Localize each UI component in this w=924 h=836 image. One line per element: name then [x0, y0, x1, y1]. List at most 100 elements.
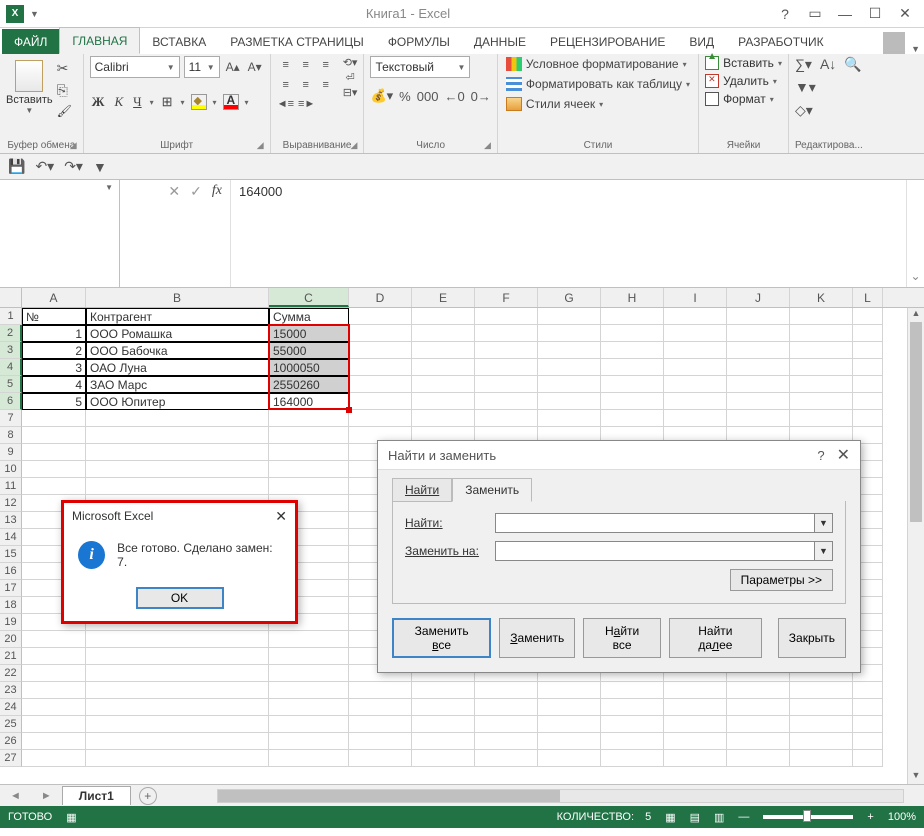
user-avatar[interactable]: [883, 32, 905, 54]
sheet-tab[interactable]: Лист1: [62, 786, 131, 805]
cell[interactable]: [349, 750, 412, 767]
row-header-11[interactable]: 11: [0, 478, 22, 495]
find-next-button[interactable]: Найти далее: [669, 618, 762, 658]
currency-icon[interactable]: 💰▾: [370, 88, 393, 104]
copy-icon[interactable]: [57, 82, 77, 100]
cell[interactable]: 1: [22, 325, 86, 342]
cancel-formula-icon[interactable]: ✕: [168, 183, 180, 200]
increase-indent-icon[interactable]: ≡►: [298, 98, 315, 110]
cell-styles-button[interactable]: Стили ячеек▾: [504, 96, 692, 112]
cell[interactable]: [269, 410, 349, 427]
cell[interactable]: Сумма: [269, 308, 349, 325]
ribbon-collapse-icon[interactable]: ▭: [802, 4, 828, 24]
cell[interactable]: 2: [22, 342, 86, 359]
column-header-I[interactable]: I: [664, 288, 727, 307]
cell[interactable]: [601, 393, 664, 410]
cell[interactable]: [475, 750, 538, 767]
cell[interactable]: 2550260: [269, 376, 349, 393]
align-top-icon[interactable]: ≡: [277, 56, 295, 74]
column-header-L[interactable]: L: [853, 288, 883, 307]
user-dropdown[interactable]: ▼: [911, 44, 920, 54]
cell[interactable]: [601, 716, 664, 733]
maximize-icon[interactable]: ☐: [862, 4, 888, 24]
italic-button[interactable]: К: [113, 92, 126, 112]
formula-input[interactable]: 164000: [230, 180, 906, 287]
column-header-C[interactable]: C: [269, 288, 349, 307]
format-cells-button[interactable]: Формат▾: [705, 92, 782, 106]
cell[interactable]: [269, 631, 349, 648]
cell[interactable]: [727, 682, 790, 699]
cell[interactable]: №: [22, 308, 86, 325]
row-header-25[interactable]: 25: [0, 716, 22, 733]
cell[interactable]: [853, 359, 883, 376]
increase-decimal-icon[interactable]: ←0: [444, 89, 464, 104]
cell[interactable]: [538, 325, 601, 342]
cell[interactable]: [22, 665, 86, 682]
delete-cells-button[interactable]: Удалить▾: [705, 74, 782, 88]
cell[interactable]: [853, 308, 883, 325]
cell[interactable]: [412, 308, 475, 325]
cell[interactable]: [412, 325, 475, 342]
sort-icon[interactable]: A↓: [820, 56, 836, 73]
cell[interactable]: [269, 427, 349, 444]
cell[interactable]: [22, 648, 86, 665]
align-center-icon[interactable]: ≡: [297, 76, 315, 94]
cell[interactable]: [412, 342, 475, 359]
cell[interactable]: [349, 308, 412, 325]
close-icon[interactable]: ✕: [892, 4, 918, 24]
cell[interactable]: [86, 750, 269, 767]
zoom-out-icon[interactable]: —: [738, 811, 749, 823]
cell[interactable]: [269, 750, 349, 767]
vertical-scrollbar[interactable]: ▲ ▼: [907, 308, 924, 784]
cell[interactable]: ООО Бабочка: [86, 342, 269, 359]
cell[interactable]: [790, 308, 853, 325]
row-header-14[interactable]: 14: [0, 529, 22, 546]
cell[interactable]: [727, 733, 790, 750]
bold-button[interactable]: Ж: [90, 92, 107, 112]
row-header-26[interactable]: 26: [0, 733, 22, 750]
number-launcher[interactable]: ◢: [484, 140, 491, 151]
cell[interactable]: [269, 733, 349, 750]
row-header-15[interactable]: 15: [0, 546, 22, 563]
cell[interactable]: [853, 750, 883, 767]
cell[interactable]: [412, 682, 475, 699]
enter-formula-icon[interactable]: ✓: [190, 183, 202, 200]
horizontal-scrollbar[interactable]: [217, 789, 904, 803]
close-button[interactable]: Закрыть: [778, 618, 846, 658]
dialog-close-icon[interactable]: ✕: [837, 445, 850, 465]
column-header-J[interactable]: J: [727, 288, 790, 307]
cell[interactable]: [412, 716, 475, 733]
tab-data[interactable]: ДАННЫЕ: [462, 29, 538, 54]
cell[interactable]: [269, 716, 349, 733]
cell[interactable]: [664, 716, 727, 733]
cell[interactable]: [412, 750, 475, 767]
cell[interactable]: [727, 716, 790, 733]
cell[interactable]: [22, 461, 86, 478]
replace-dropdown-icon[interactable]: ▼: [814, 542, 832, 560]
font-size-select[interactable]: 11▼: [184, 56, 220, 78]
cell[interactable]: [538, 393, 601, 410]
decrease-indent-icon[interactable]: ◄≡: [277, 98, 294, 110]
underline-button[interactable]: Ч: [131, 92, 143, 112]
font-name-select[interactable]: Calibri▼: [90, 56, 180, 78]
tab-insert[interactable]: ВСТАВКА: [140, 29, 218, 54]
align-middle-icon[interactable]: ≡: [297, 56, 315, 74]
cell[interactable]: [349, 699, 412, 716]
row-header-17[interactable]: 17: [0, 580, 22, 597]
macro-record-icon[interactable]: ▦: [66, 811, 76, 824]
fill-icon[interactable]: ▼▾: [795, 79, 816, 96]
cell[interactable]: [727, 325, 790, 342]
cell[interactable]: [853, 376, 883, 393]
cell[interactable]: [664, 376, 727, 393]
find-input[interactable]: ▼: [495, 513, 833, 533]
cell[interactable]: [790, 699, 853, 716]
add-sheet-button[interactable]: +: [139, 787, 157, 805]
cell[interactable]: [269, 648, 349, 665]
cell[interactable]: [790, 716, 853, 733]
replace-button[interactable]: Заменить: [499, 618, 575, 658]
find-icon[interactable]: 🔍: [844, 56, 861, 73]
cell[interactable]: [22, 699, 86, 716]
cell[interactable]: [86, 682, 269, 699]
cell[interactable]: [349, 410, 412, 427]
cell[interactable]: [412, 410, 475, 427]
